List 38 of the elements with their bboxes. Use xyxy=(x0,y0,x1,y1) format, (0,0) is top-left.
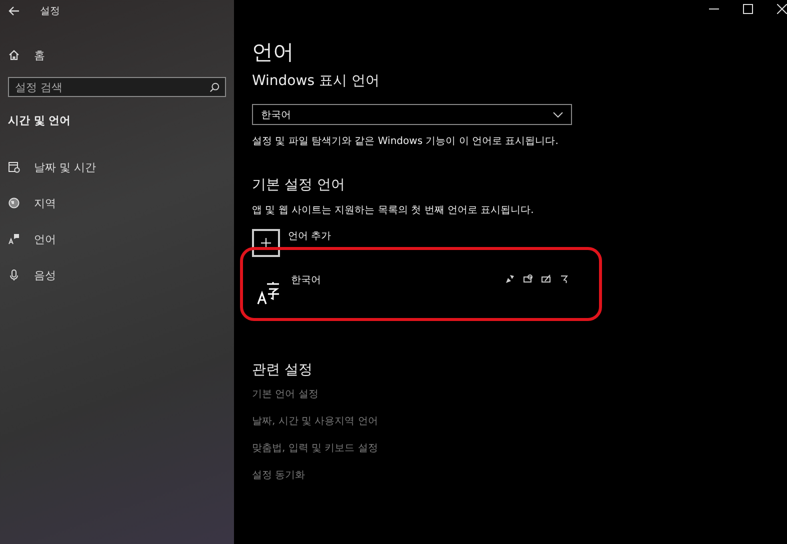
microphone-icon xyxy=(8,269,20,281)
close-icon[interactable] xyxy=(777,4,787,14)
speech-icon xyxy=(559,274,569,284)
calendar-icon xyxy=(8,161,20,173)
language-icon xyxy=(257,281,281,305)
page-title: 언어 xyxy=(252,39,294,66)
settings-link[interactable]: 날짜, 시간 및 사용지역 언어 xyxy=(252,414,378,428)
handwriting-icon xyxy=(541,274,551,284)
section-heading: 관련 설정 xyxy=(252,361,312,379)
language-dropdown[interactable]: 한국어 xyxy=(252,104,572,125)
add-language-button[interactable] xyxy=(252,229,280,257)
home-nav-item[interactable]: 홈 xyxy=(0,45,234,65)
text-to-speech-icon xyxy=(505,274,515,284)
globe-icon xyxy=(8,197,20,209)
section-heading: Windows 표시 언어 xyxy=(252,72,380,90)
settings-link[interactable]: 설정 동기화 xyxy=(252,468,306,482)
sidebar-item[interactable]: 지역 xyxy=(0,185,234,221)
section-title: 시간 및 언어 xyxy=(8,113,72,129)
add-language-label[interactable]: 언어 추가 xyxy=(288,229,332,243)
plus-icon xyxy=(261,238,271,248)
maximize-icon[interactable] xyxy=(743,4,753,14)
back-arrow-icon[interactable] xyxy=(8,5,20,17)
settings-link[interactable]: 기본 언어 설정 xyxy=(252,387,318,401)
chevron-down-icon xyxy=(553,112,563,118)
sidebar-item[interactable]: 음성 xyxy=(0,257,234,293)
language-list-item[interactable]: 한국어 xyxy=(240,247,602,321)
language-icon xyxy=(8,233,20,245)
section-heading: 기본 설정 언어 xyxy=(252,176,345,194)
settings-link[interactable]: 맞춤법, 입력 및 키보드 설정 xyxy=(252,441,378,455)
description-text: 설정 및 파일 탐색기와 같은 Windows 기능이 이 언어로 표시됩니다. xyxy=(252,135,558,148)
sidebar-item[interactable]: 언어 xyxy=(0,221,234,257)
search-icon xyxy=(209,82,220,93)
search-field[interactable]: 설정 검색 xyxy=(8,77,226,97)
home-icon xyxy=(8,49,20,61)
sidebar-item[interactable]: 날짜 및 시간 xyxy=(0,149,234,185)
window-title: 설정 xyxy=(40,5,60,18)
description-text: 앱 및 웹 사이트는 지원하는 목록의 첫 번째 언어로 표시됩니다. xyxy=(252,204,534,217)
display-icon xyxy=(523,274,533,284)
